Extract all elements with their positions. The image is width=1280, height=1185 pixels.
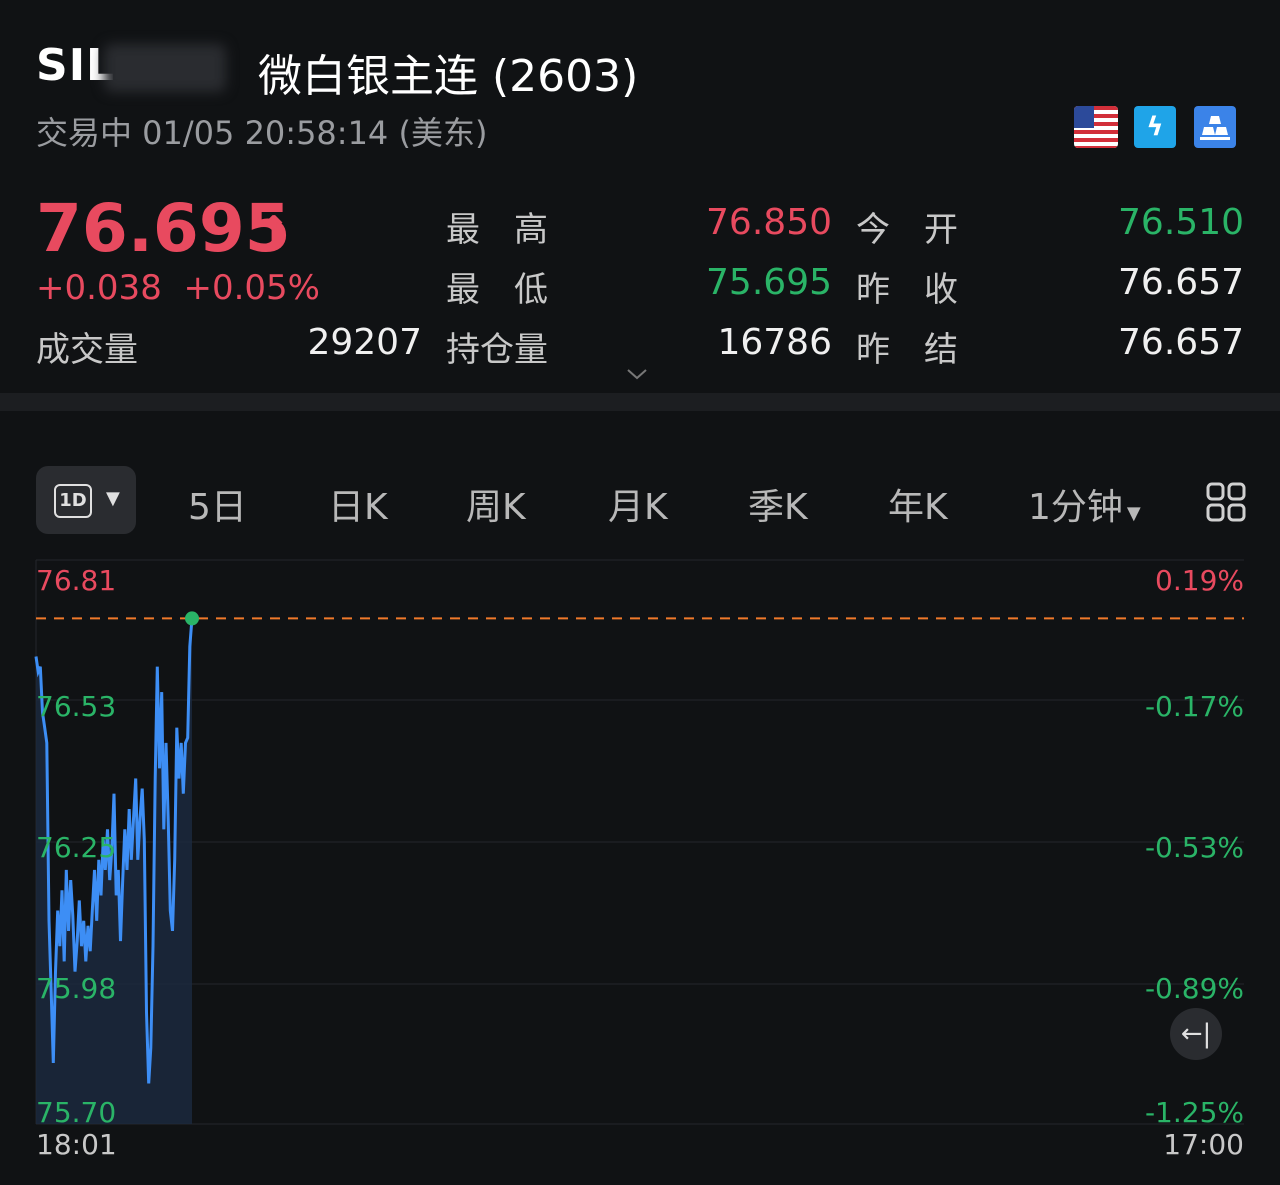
chart-grid	[35, 559, 1244, 1125]
intraday-chart[interactable]	[0, 0, 1280, 1185]
x-start-label: 18:01	[36, 1128, 117, 1161]
y-tick-label: 76.53	[36, 690, 117, 723]
pct-tick-label: -0.17%	[1144, 690, 1244, 723]
y-tick-label: 76.81	[36, 564, 117, 597]
pct-tick-label: 0.19%	[1155, 564, 1244, 597]
y-tick-label: 76.25	[36, 831, 117, 864]
pct-tick-label: -0.89%	[1144, 972, 1244, 1005]
y-tick-label: 75.70	[36, 1096, 117, 1129]
pct-tick-label: -1.25%	[1144, 1096, 1244, 1129]
last-price-dot	[185, 611, 199, 626]
x-end-label: 17:00	[1163, 1128, 1244, 1161]
y-tick-label: 75.98	[36, 972, 117, 1005]
pct-tick-label: -0.53%	[1144, 831, 1244, 864]
scroll-to-latest-icon[interactable]: ←|	[1170, 1008, 1222, 1060]
